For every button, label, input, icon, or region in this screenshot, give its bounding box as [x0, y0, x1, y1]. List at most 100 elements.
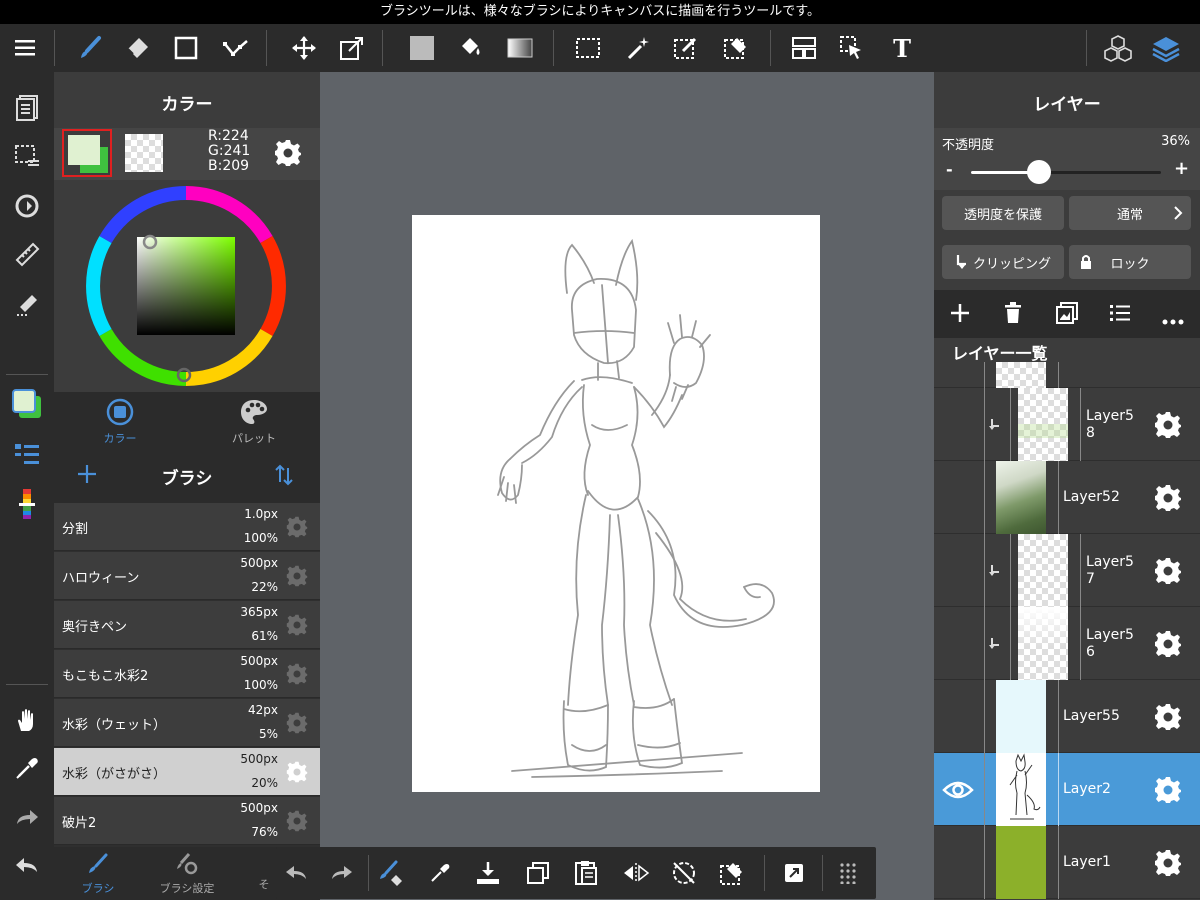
brush-settings-gear-icon[interactable]	[286, 712, 308, 738]
blend-mode-button[interactable]: 通常	[1069, 196, 1191, 230]
brush-item[interactable]: 破片2 500px 76%	[54, 797, 320, 845]
brush-settings-gear-icon[interactable]	[286, 663, 308, 689]
drawing-canvas[interactable]	[412, 215, 820, 792]
layer-settings-gear-icon[interactable]	[1154, 411, 1182, 443]
clipping-button[interactable]: クリッピング	[942, 245, 1064, 279]
undo-icon[interactable]	[276, 853, 316, 893]
rotate-reset-icon[interactable]	[664, 853, 704, 893]
clear-selection-icon[interactable]	[712, 853, 752, 893]
color-settings-gear-icon[interactable]	[274, 139, 302, 171]
bucket-icon[interactable]	[450, 24, 490, 72]
brush-item[interactable]: 水彩（がさがさ） 500px 20%	[54, 748, 320, 796]
layer-list-menu-icon[interactable]	[1110, 304, 1130, 326]
palette-strip-icon[interactable]	[7, 484, 47, 524]
visibility-eye-icon[interactable]	[942, 778, 974, 806]
brush-settings-gear-icon[interactable]	[286, 516, 308, 542]
gradient-icon[interactable]	[500, 24, 540, 72]
fill-color-icon[interactable]	[402, 24, 442, 72]
blend-mode-label: 通常	[1116, 207, 1143, 223]
frame-icon[interactable]	[784, 24, 824, 72]
brush-item[interactable]: 奥行きペン 365px 61%	[54, 601, 320, 649]
foreground-color-swatch[interactable]	[62, 129, 112, 177]
text-icon[interactable]: T	[882, 24, 922, 72]
brush-item[interactable]: ハロウィーン 500px 22%	[54, 552, 320, 600]
brush-settings-gear-icon[interactable]	[286, 614, 308, 640]
delete-layer-icon[interactable]	[1004, 302, 1022, 328]
opacity-decrease-button[interactable]: -	[946, 160, 953, 179]
layer-row[interactable]: Layer5 7	[934, 534, 1200, 607]
layer-settings-gear-icon[interactable]	[1154, 703, 1182, 735]
protect-alpha-button[interactable]: 透明度を保護	[942, 196, 1064, 230]
save-download-icon[interactable]	[468, 853, 508, 893]
brush-icon[interactable]	[70, 24, 110, 72]
undo-icon[interactable]	[7, 846, 47, 886]
layer-row[interactable]: Layer52	[934, 461, 1200, 534]
brush-settings-gear-icon[interactable]	[286, 810, 308, 836]
tab-color[interactable]: カラー	[92, 398, 148, 446]
3d-icon[interactable]	[1098, 24, 1138, 72]
select-eraser-icon[interactable]	[716, 24, 756, 72]
tab-palette[interactable]: パレット	[224, 398, 284, 446]
brush-eraser-toggle-icon[interactable]	[372, 853, 412, 893]
redo-icon[interactable]	[322, 853, 362, 893]
dot-select-icon[interactable]	[216, 24, 256, 72]
pointer-icon[interactable]	[832, 24, 872, 72]
brush-list-icon[interactable]	[7, 434, 47, 474]
selection-layer-icon[interactable]	[7, 136, 47, 176]
more-options-icon[interactable]	[1162, 310, 1184, 329]
tab-brush[interactable]: ブラシ	[72, 852, 124, 896]
layer-settings-gear-icon[interactable]	[1154, 849, 1182, 881]
color-swatch-icon[interactable]	[7, 384, 47, 424]
brush-item[interactable]: 分割 1.0px 100%	[54, 503, 320, 551]
layer-row[interactable]: Layer5 6	[934, 607, 1200, 680]
page-icon[interactable]	[7, 88, 47, 128]
eyedropper-icon[interactable]	[7, 748, 47, 788]
eyedropper-icon[interactable]	[420, 853, 460, 893]
tab-brush-settings[interactable]: ブラシ設定	[154, 852, 220, 896]
layer-row[interactable]: Layer2	[934, 753, 1200, 826]
opacity-slider-track[interactable]	[971, 160, 1161, 184]
brush-settings-gear-icon[interactable]	[286, 565, 308, 591]
layer-row[interactable]: Layer1	[934, 826, 1200, 899]
tab-other[interactable]: そ	[254, 852, 274, 892]
layer-settings-gear-icon[interactable]	[1154, 484, 1182, 516]
move-icon[interactable]	[284, 24, 324, 72]
layers-icon[interactable]	[1146, 24, 1186, 72]
layer-settings-gear-icon[interactable]	[1154, 776, 1182, 808]
copy-icon[interactable]	[518, 853, 558, 893]
rectangle-icon[interactable]	[166, 24, 206, 72]
brush-item[interactable]: もこもこ水彩2 500px 100%	[54, 650, 320, 698]
layer-settings-gear-icon[interactable]	[1154, 630, 1182, 662]
select-rect-icon[interactable]	[568, 24, 608, 72]
snap-pen-icon[interactable]	[7, 284, 47, 324]
layer-settings-gear-icon[interactable]	[1154, 557, 1182, 589]
opacity-increase-button[interactable]: +	[1174, 158, 1189, 179]
rgb-readout: R:224 G:241 B:209	[208, 129, 250, 174]
sort-brush-icon[interactable]	[273, 464, 295, 490]
redo-icon[interactable]	[7, 798, 47, 838]
background-color-swatch[interactable]	[125, 134, 163, 172]
brush-item[interactable]: 水彩（ウェット） 42px 5%	[54, 699, 320, 747]
layer-row-partial[interactable]	[934, 362, 1200, 388]
magic-wand-icon[interactable]	[618, 24, 658, 72]
lock-button[interactable]: ロック	[1069, 245, 1191, 279]
transform-icon[interactable]	[332, 24, 372, 72]
add-layer-icon[interactable]	[949, 302, 971, 328]
layer-row[interactable]: Layer55	[934, 680, 1200, 753]
flip-horizontal-icon[interactable]	[616, 853, 656, 893]
ruler-icon[interactable]	[7, 234, 47, 274]
layer-thumbnail	[996, 826, 1046, 899]
eraser-icon[interactable]	[117, 24, 157, 72]
brush-settings-gear-icon[interactable]	[286, 761, 308, 787]
duplicate-layer-icon[interactable]	[1056, 302, 1078, 328]
external-link-icon[interactable]	[774, 853, 814, 893]
hue-ring-color-picker[interactable]	[86, 186, 286, 390]
layer-thumbnail	[996, 753, 1046, 826]
rotate-icon[interactable]	[7, 186, 47, 226]
hand-icon[interactable]	[7, 700, 47, 740]
menu-icon[interactable]	[5, 24, 45, 72]
paste-icon[interactable]	[566, 853, 606, 893]
select-pen-icon[interactable]	[666, 24, 706, 72]
layer-row[interactable]: Layer5 8	[934, 388, 1200, 461]
grid-menu-icon[interactable]	[828, 853, 868, 893]
